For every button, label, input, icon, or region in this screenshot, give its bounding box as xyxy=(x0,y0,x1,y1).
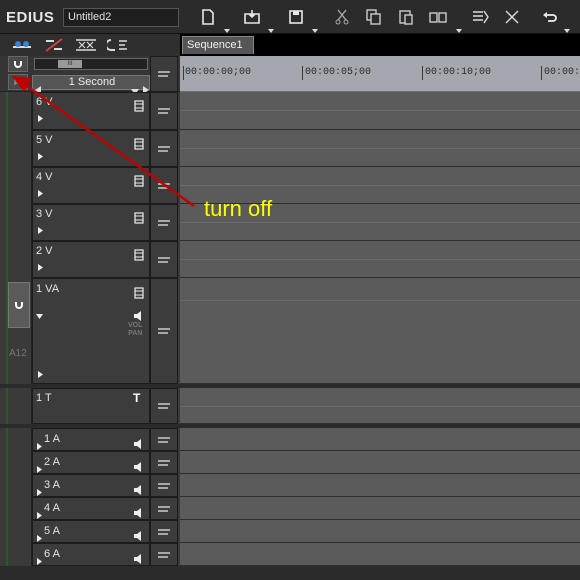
ruler-tick xyxy=(422,66,423,80)
annotation-text: turn off xyxy=(204,196,273,221)
cut-icon[interactable] xyxy=(330,7,354,27)
clip-dropdown-icon[interactable] xyxy=(456,19,462,33)
track-lane-1va[interactable] xyxy=(180,278,580,384)
new-file-dropdown-icon[interactable] xyxy=(224,19,230,33)
ripple-icon[interactable] xyxy=(468,7,492,27)
track-name: 3 V xyxy=(36,208,53,220)
track-patch-toggle[interactable] xyxy=(150,520,178,543)
open-dropdown-icon[interactable] xyxy=(268,19,274,33)
track-patch-toggle[interactable] xyxy=(150,543,178,566)
track-patch-toggle[interactable] xyxy=(150,278,178,384)
track-name: 4 V xyxy=(36,171,53,183)
track-lane-audio[interactable] xyxy=(180,520,580,543)
audio-channel-label: A12 xyxy=(9,348,27,359)
expand-arrow-icon[interactable] xyxy=(38,190,43,199)
film-icon[interactable] xyxy=(134,97,144,116)
title-icon[interactable]: T xyxy=(133,391,140,405)
film-icon[interactable] xyxy=(134,284,144,303)
track-patch-toggle[interactable] xyxy=(150,388,178,424)
sync-mode-icon[interactable] xyxy=(74,36,98,54)
project-name-field[interactable]: Untitled2 xyxy=(63,8,179,27)
open-project-icon[interactable] xyxy=(240,7,264,27)
track-patch-toggle[interactable] xyxy=(150,92,178,130)
undo-icon[interactable] xyxy=(538,7,562,27)
track-lane-audio[interactable] xyxy=(180,497,580,520)
lane-separator xyxy=(180,406,580,407)
track-lane-audio[interactable] xyxy=(180,428,580,451)
paste-icon[interactable] xyxy=(394,7,418,27)
track-patch-toggle[interactable] xyxy=(150,167,178,204)
track-mode-icon[interactable] xyxy=(106,36,130,54)
expand-arrow-icon[interactable] xyxy=(38,153,43,162)
film-icon[interactable] xyxy=(134,209,144,228)
scrollbar-thumb[interactable]: III xyxy=(58,60,82,68)
track-name: 2 A xyxy=(44,456,60,468)
timecode-label: 00:00:00;00 xyxy=(185,67,252,78)
track-patch-toggle[interactable] xyxy=(150,497,178,520)
mixer-icon[interactable] xyxy=(10,36,34,54)
sync-lock-button[interactable] xyxy=(8,56,28,72)
ruler-tick xyxy=(183,66,184,80)
clip-icon[interactable] xyxy=(426,7,450,27)
track-name: 4 A xyxy=(44,502,60,514)
film-icon[interactable] xyxy=(134,246,144,265)
expand-arrow-icon[interactable] xyxy=(38,115,43,124)
track-name: 5 V xyxy=(36,134,53,146)
save-icon[interactable] xyxy=(284,7,308,27)
track-patch-toggle[interactable] xyxy=(150,474,178,497)
va-patch-button[interactable] xyxy=(8,282,30,328)
film-icon[interactable] xyxy=(134,172,144,191)
ruler-tick xyxy=(302,66,303,80)
track-name: 1 T xyxy=(36,392,52,404)
undo-dropdown-icon[interactable] xyxy=(564,19,570,33)
time-scale-label: 1 Second xyxy=(68,76,116,88)
timeline-scrollbar[interactable] xyxy=(34,58,148,70)
edit-mode-icon[interactable] xyxy=(42,36,66,54)
expand-arrow-icon[interactable] xyxy=(38,227,43,236)
track-name: 3 A xyxy=(44,479,60,491)
track-lane-6v[interactable] xyxy=(180,92,580,130)
app-logo: EDIUS xyxy=(6,9,55,26)
track-lane-audio[interactable] xyxy=(180,543,580,566)
lane-separator xyxy=(180,185,580,186)
lane-separator xyxy=(180,148,580,149)
track-patch-toggle[interactable] xyxy=(150,428,178,451)
track-patch-toggle[interactable] xyxy=(150,451,178,474)
gutter-indicator xyxy=(6,92,8,580)
header-collapse-toggle[interactable] xyxy=(150,56,178,92)
track-name: 6 A xyxy=(44,548,60,560)
vol-pan-label: VOL PAN xyxy=(128,322,143,337)
track-name: 6 V xyxy=(36,96,53,108)
track-name: 2 V xyxy=(36,245,53,257)
lane-separator xyxy=(180,259,580,260)
timecode-label: 00:00:15 xyxy=(544,67,580,78)
timecode-label: 00:00:10;00 xyxy=(425,67,492,78)
film-icon[interactable] xyxy=(134,135,144,154)
expand-arrow-icon[interactable] xyxy=(38,264,43,273)
new-file-icon[interactable] xyxy=(196,7,220,27)
lane-separator xyxy=(180,110,580,111)
timecode-label: 00:00:05;00 xyxy=(305,67,372,78)
track-gutter xyxy=(0,92,32,580)
copy-icon[interactable] xyxy=(362,7,386,27)
track-lane-audio[interactable] xyxy=(180,474,580,497)
ruler-tick xyxy=(541,66,542,80)
tab-sequence1[interactable]: Sequence1 xyxy=(182,36,254,54)
track-patch-toggle[interactable] xyxy=(150,130,178,167)
collapse-arrow-icon[interactable] xyxy=(36,304,43,323)
track-name: 1 VA xyxy=(36,283,60,295)
track-patch-toggle[interactable] xyxy=(150,241,178,278)
expand-arrow-icon[interactable] xyxy=(38,371,43,380)
track-name: 1 A xyxy=(44,433,60,445)
bottom-filler xyxy=(0,566,580,580)
track-name: 5 A xyxy=(44,525,60,537)
delete-icon[interactable] xyxy=(500,7,524,27)
lane-separator xyxy=(180,300,580,301)
save-dropdown-icon[interactable] xyxy=(312,19,318,33)
track-lane-audio[interactable] xyxy=(180,451,580,474)
lane-separator xyxy=(180,222,580,223)
audio-sync-button[interactable] xyxy=(8,74,28,90)
track-patch-toggle[interactable] xyxy=(150,204,178,241)
